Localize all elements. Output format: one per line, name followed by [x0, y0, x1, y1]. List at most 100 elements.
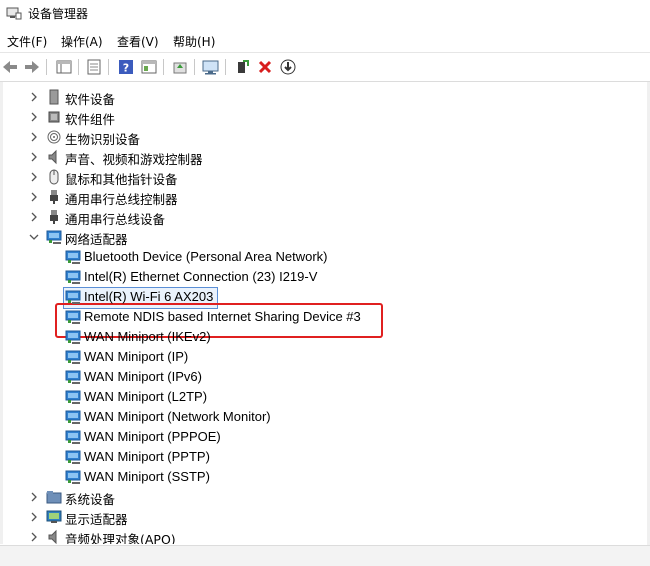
- tree-item-label: WAN Miniport (SSTP): [84, 469, 210, 484]
- tree-item-label: WAN Miniport (Network Monitor): [84, 409, 271, 424]
- network-child-item[interactable]: WAN Miniport (L2TP): [3, 387, 643, 407]
- chevron-right-icon[interactable]: [29, 512, 39, 522]
- toolbar-separator: [108, 59, 109, 75]
- tree-item-label: 软件设备: [65, 92, 116, 107]
- toolbar-separator: [194, 59, 195, 75]
- tree-item-label: Remote NDIS based Internet Sharing Devic…: [84, 309, 361, 324]
- tree-item-label: WAN Miniport (IPv6): [84, 369, 202, 384]
- network-adapter-icon: [65, 410, 81, 424]
- network-child-item[interactable]: Intel(R) Ethernet Connection (23) I219-V: [3, 267, 643, 287]
- chevron-right-icon[interactable]: [29, 192, 39, 202]
- download-icon[interactable]: [278, 57, 298, 77]
- tree-item-label: WAN Miniport (L2TP): [84, 389, 208, 404]
- network-child-item[interactable]: Bluetooth Device (Personal Area Network): [3, 247, 643, 267]
- toolbar-separator: [46, 59, 47, 75]
- tree-item-label: 声音、视频和游戏控制器: [65, 152, 203, 167]
- chevron-right-icon[interactable]: [29, 492, 39, 502]
- chevron-right-icon[interactable]: [29, 112, 39, 122]
- tree-item-mice[interactable]: 鼠标和其他指针设备: [3, 167, 643, 187]
- tree-item-label: 系统设备: [65, 492, 116, 507]
- network-child-item[interactable]: Remote NDIS based Internet Sharing Devic…: [3, 307, 643, 327]
- speaker-icon: [48, 529, 57, 544]
- tree-item-label: WAN Miniport (PPPOE): [84, 429, 221, 444]
- chevron-right-icon[interactable]: [29, 172, 39, 182]
- tree-item-software-devices[interactable]: 软件设备: [3, 87, 643, 107]
- status-bar: [0, 545, 650, 566]
- title-bar: 设备管理器: [0, 0, 650, 26]
- tree-item-audio-processing[interactable]: 音频处理对象(APO): [3, 527, 643, 544]
- tree-item-label: Bluetooth Device (Personal Area Network): [84, 249, 328, 264]
- network-child-item[interactable]: WAN Miniport (IP): [3, 347, 643, 367]
- network-adapter-icon: [65, 450, 81, 464]
- tree-item-system-devices[interactable]: 系统设备: [3, 487, 643, 507]
- network-adapter-icon: [46, 230, 62, 244]
- enable-device-icon[interactable]: [232, 57, 252, 77]
- chevron-right-icon[interactable]: [29, 132, 39, 142]
- tree-item-label: WAN Miniport (IP): [84, 349, 189, 364]
- menu-bar: 文件(F) 操作(A) 查看(V) 帮助(H): [0, 29, 650, 51]
- window-title: 设备管理器: [28, 7, 89, 21]
- menu-view[interactable]: 查看(V): [117, 33, 159, 50]
- network-adapter-icon: [65, 370, 81, 384]
- tree-item-usb-devices[interactable]: 通用串行总线设备: [3, 207, 643, 227]
- software-device-icon: [49, 89, 59, 105]
- network-adapter-icon: [65, 290, 81, 304]
- tree-item-label: WAN Miniport (IKEv2): [84, 329, 211, 344]
- tree-item-label: 音频处理对象(APO): [65, 532, 176, 544]
- menu-help[interactable]: 帮助(H): [173, 33, 215, 50]
- network-adapter-icon: [65, 270, 81, 284]
- view-icon[interactable]: [139, 57, 159, 77]
- network-adapter-icon: [65, 390, 81, 404]
- tree-item-label: 鼠标和其他指针设备: [65, 172, 178, 187]
- tree-item-label: 生物识别设备: [65, 132, 141, 147]
- uninstall-icon[interactable]: [255, 57, 275, 77]
- forward-icon[interactable]: [22, 57, 42, 77]
- scan-hardware-icon[interactable]: [201, 57, 221, 77]
- usb-icon: [50, 210, 58, 224]
- tree-item-label: 软件组件: [65, 112, 116, 127]
- network-child-item[interactable]: WAN Miniport (Network Monitor): [3, 407, 643, 427]
- system-folder-icon: [46, 491, 62, 504]
- help-icon[interactable]: ?: [116, 57, 136, 77]
- tree-item-label: WAN Miniport (PPTP): [84, 449, 210, 464]
- network-child-item[interactable]: WAN Miniport (SSTP): [3, 467, 643, 487]
- chevron-right-icon[interactable]: [29, 532, 39, 542]
- chevron-right-icon[interactable]: [29, 152, 39, 162]
- network-adapter-icon: [65, 350, 81, 364]
- tree-item-display-adapters[interactable]: 显示适配器: [3, 507, 643, 527]
- tree-item-label: 通用串行总线控制器: [65, 192, 178, 207]
- properties-icon[interactable]: [84, 57, 104, 77]
- network-child-item[interactable]: WAN Miniport (IKEv2): [3, 327, 643, 347]
- back-icon[interactable]: [0, 57, 20, 77]
- chevron-right-icon[interactable]: [29, 92, 39, 102]
- usb-icon: [50, 190, 58, 204]
- tree-item-label: 显示适配器: [65, 512, 128, 527]
- tree-item-label: Intel(R) Ethernet Connection (23) I219-V: [84, 269, 318, 284]
- update-driver-icon[interactable]: [170, 57, 190, 77]
- display-adapter-icon: [46, 510, 62, 523]
- tree-item-network-adapters[interactable]: 网络适配器: [3, 227, 643, 247]
- device-tree[interactable]: 软件设备 软件组件 生物识别设备 声音、视频和游戏控制器 鼠标和其他指针设备 通…: [0, 82, 650, 544]
- network-child-item[interactable]: WAN Miniport (PPPOE): [3, 427, 643, 447]
- tree-item-label: Intel(R) Wi-Fi 6 AX203: [84, 289, 214, 304]
- menu-action[interactable]: 操作(A): [61, 33, 103, 50]
- chevron-right-icon[interactable]: [29, 212, 39, 222]
- network-child-item-selected[interactable]: Intel(R) Wi-Fi 6 AX203: [3, 287, 643, 307]
- network-adapter-icon: [65, 310, 81, 324]
- menu-file[interactable]: 文件(F): [7, 33, 47, 50]
- software-component-icon: [48, 111, 60, 123]
- tree-item-biometric[interactable]: 生物识别设备: [3, 127, 643, 147]
- tree-item-label: 通用串行总线设备: [65, 212, 166, 227]
- toolbar-separator: [78, 59, 79, 75]
- network-child-item[interactable]: WAN Miniport (IPv6): [3, 367, 643, 387]
- tree-item-software-components[interactable]: 软件组件: [3, 107, 643, 127]
- speaker-icon: [48, 149, 57, 165]
- svg-text:?: ?: [123, 62, 129, 75]
- network-child-item[interactable]: WAN Miniport (PPTP): [3, 447, 643, 467]
- tree-item-usb-controllers[interactable]: 通用串行总线控制器: [3, 187, 643, 207]
- tree-item-sound-video[interactable]: 声音、视频和游戏控制器: [3, 147, 643, 167]
- device-manager-icon: [6, 5, 22, 24]
- chevron-down-icon[interactable]: [29, 232, 39, 242]
- show-hide-tree-icon[interactable]: [54, 57, 74, 77]
- network-adapter-icon: [65, 430, 81, 444]
